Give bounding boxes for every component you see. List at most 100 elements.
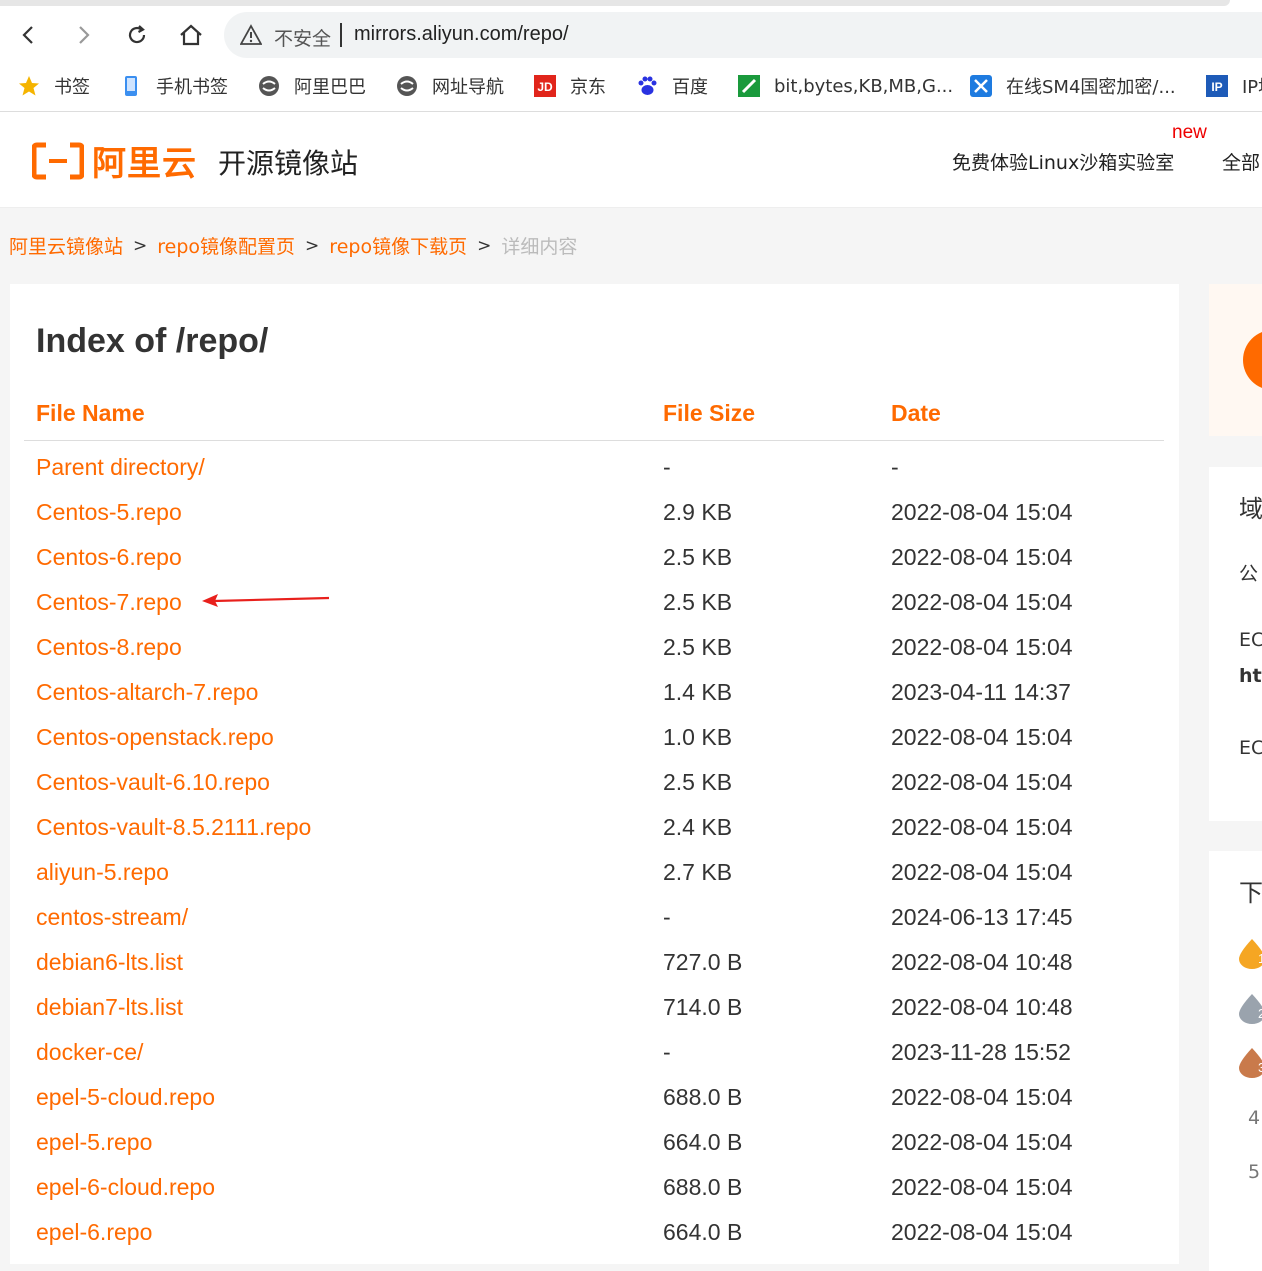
file-name-link[interactable]: epel-6-cloud.repo: [36, 1174, 215, 1201]
bookmark-item[interactable]: 阿里巴巴: [258, 72, 366, 100]
table-row: centos-stream/ - 2024-06-13 17:45: [10, 904, 1179, 949]
file-name-link[interactable]: epel-5-cloud.repo: [36, 1084, 215, 1111]
bookmark-item[interactable]: JD 京东: [534, 72, 606, 100]
table-row: Centos-vault-8.5.2111.repo 2.4 KB 2022-08-…: [10, 814, 1179, 859]
http-url-label[interactable]: htt: [1239, 665, 1262, 687]
sidebar-download-card: 下 1 2 3 4 5: [1209, 851, 1262, 1271]
sidebar-promo-card: [1209, 284, 1262, 436]
annotation-arrow: [202, 594, 330, 607]
file-name-link[interactable]: epel-6.repo: [36, 1219, 152, 1246]
file-date: 2023-11-28 15:52: [891, 1039, 1071, 1065]
table-row: debian6-lts.list 727.0 B 2022-08-04 10:48: [10, 949, 1179, 994]
site-header: 阿里云 开源镜像站 new 免费体验Linux沙箱实验室 全部: [0, 112, 1262, 208]
file-name-link[interactable]: Parent directory/: [36, 454, 205, 481]
file-date: 2024-06-13 17:45: [891, 904, 1073, 930]
file-date: -: [891, 454, 899, 480]
column-header-name[interactable]: File Name: [36, 400, 145, 427]
file-name-link[interactable]: debian7-lts.list: [36, 994, 183, 1021]
rank-number: 4: [1248, 1107, 1261, 1129]
baidu-paw-icon: [636, 75, 658, 97]
file-name-link[interactable]: Centos-vault-6.10.repo: [36, 769, 270, 796]
breadcrumb-separator: >: [477, 235, 492, 256]
aliyun-bracket-icon: [32, 142, 84, 179]
file-name-link[interactable]: Centos-openstack.repo: [36, 724, 274, 751]
file-name-link[interactable]: Centos-8.repo: [36, 634, 182, 661]
table-row: docker-ce/ - 2023-11-28 15:52: [10, 1039, 1179, 1084]
file-size: 727.0 B: [663, 949, 743, 975]
forward-arrow-icon: [79, 26, 90, 44]
table-row: Centos-openstack.repo 1.0 KB 2022-08-04 15…: [10, 724, 1179, 769]
file-name-link[interactable]: Centos-vault-8.5.2111.repo: [36, 814, 311, 841]
bookmark-item[interactable]: 手机书签: [120, 72, 228, 100]
file-name-link[interactable]: docker-ce/: [36, 1039, 143, 1066]
table-row: Centos-8.repo 2.5 KB 2022-08-04 15:04: [10, 634, 1179, 679]
all-nav-link[interactable]: 全部: [1222, 148, 1260, 175]
file-listing-card: Index of /repo/ File Name File Size Date…: [10, 284, 1179, 1264]
reload-button[interactable]: [122, 20, 152, 50]
file-name-link[interactable]: debian6-lts.list: [36, 949, 183, 976]
file-name-link[interactable]: Centos-altarch-7.repo: [36, 679, 258, 706]
address-bar[interactable]: 不安全 mirrors.aliyun.com/repo/: [224, 12, 1262, 58]
table-row: Parent directory/ - -: [10, 454, 1179, 499]
file-date: 2022-08-04 15:04: [891, 1129, 1073, 1155]
bronze-medal-icon: 3: [1239, 1048, 1262, 1078]
new-badge: new: [1172, 122, 1207, 143]
aliyun-logo[interactable]: 阿里云: [32, 136, 197, 185]
bookmark-item[interactable]: bit,bytes,KB,MB,G...: [738, 72, 953, 100]
file-name-link[interactable]: epel-5.repo: [36, 1129, 152, 1156]
globe-icon: [396, 75, 418, 97]
file-size: 2.4 KB: [663, 814, 733, 840]
file-name-link[interactable]: Centos-6.repo: [36, 544, 182, 571]
file-size: -: [663, 904, 671, 930]
file-date: 2022-08-04 15:04: [891, 814, 1073, 840]
phone-icon: [120, 75, 142, 97]
file-size: 688.0 B: [663, 1084, 743, 1110]
table-row: epel-5.repo 664.0 B 2022-08-04 15:04: [10, 1129, 1179, 1174]
forward-button[interactable]: [68, 20, 98, 50]
table-row: Centos-vault-6.10.repo 2.5 KB 2022-08-04 1…: [10, 769, 1179, 814]
file-size: 1.0 KB: [663, 724, 733, 750]
file-date: 2022-08-04 15:04: [891, 859, 1073, 885]
column-header-date[interactable]: Date: [891, 400, 941, 427]
column-header-size[interactable]: File Size: [663, 400, 755, 427]
logo-text: 阿里云: [92, 144, 197, 184]
back-button[interactable]: [14, 20, 44, 50]
file-name-link[interactable]: centos-stream/: [36, 904, 188, 931]
jd-icon: JD: [534, 75, 556, 97]
file-size: 664.0 B: [663, 1219, 743, 1245]
bookmark-item[interactable]: 书签: [18, 72, 90, 100]
sidebar-domain-card: 域 公 EC htt EC: [1209, 467, 1262, 821]
star-icon: [18, 75, 40, 97]
breadcrumb-home[interactable]: 阿里云镜像站: [9, 232, 123, 259]
bookmark-item[interactable]: 百度: [636, 72, 708, 100]
file-name-link[interactable]: Centos-7.repo: [36, 589, 182, 616]
svg-text:1: 1: [1258, 951, 1262, 966]
back-arrow-icon: [22, 26, 33, 44]
url-text[interactable]: mirrors.aliyun.com/repo/: [354, 23, 569, 46]
bookmark-item[interactable]: 在线SM4国密加密/...: [970, 72, 1176, 100]
file-name-link[interactable]: aliyun-5.repo: [36, 859, 169, 886]
file-date: 2022-08-04 15:04: [891, 1174, 1073, 1200]
warning-icon: [240, 24, 262, 45]
breadcrumb-repo-config[interactable]: repo镜像配置页: [157, 232, 295, 259]
ip-icon: IP: [1206, 75, 1228, 97]
home-icon: [180, 24, 202, 46]
silver-medal-icon: 2: [1239, 994, 1262, 1024]
address-separator: [340, 23, 342, 47]
home-button[interactable]: [176, 20, 206, 50]
ecs-label-1: EC: [1239, 629, 1262, 651]
svg-text:JD: JD: [537, 80, 553, 94]
file-name-link[interactable]: Centos-5.repo: [36, 499, 182, 526]
table-row: epel-6-cloud.repo 688.0 B 2022-08-04 15:04: [10, 1174, 1179, 1219]
table-row: debian7-lts.list 714.0 B 2022-08-04 10:48: [10, 994, 1179, 1039]
table-row: Centos-altarch-7.repo 1.4 KB 2023-04-11 14…: [10, 679, 1179, 724]
public-label: 公: [1239, 563, 1259, 585]
bookmark-item[interactable]: IP IP地: [1206, 72, 1262, 100]
bookmark-item[interactable]: 网址导航: [396, 72, 504, 100]
download-heading: 下: [1239, 879, 1262, 907]
site-title: 开源镜像站: [218, 147, 359, 180]
svg-text:3: 3: [1258, 1060, 1262, 1075]
file-size: 664.0 B: [663, 1129, 743, 1155]
breadcrumb-repo-download[interactable]: repo镜像下载页: [329, 232, 467, 259]
linux-sandbox-link[interactable]: 免费体验Linux沙箱实验室: [952, 148, 1174, 175]
